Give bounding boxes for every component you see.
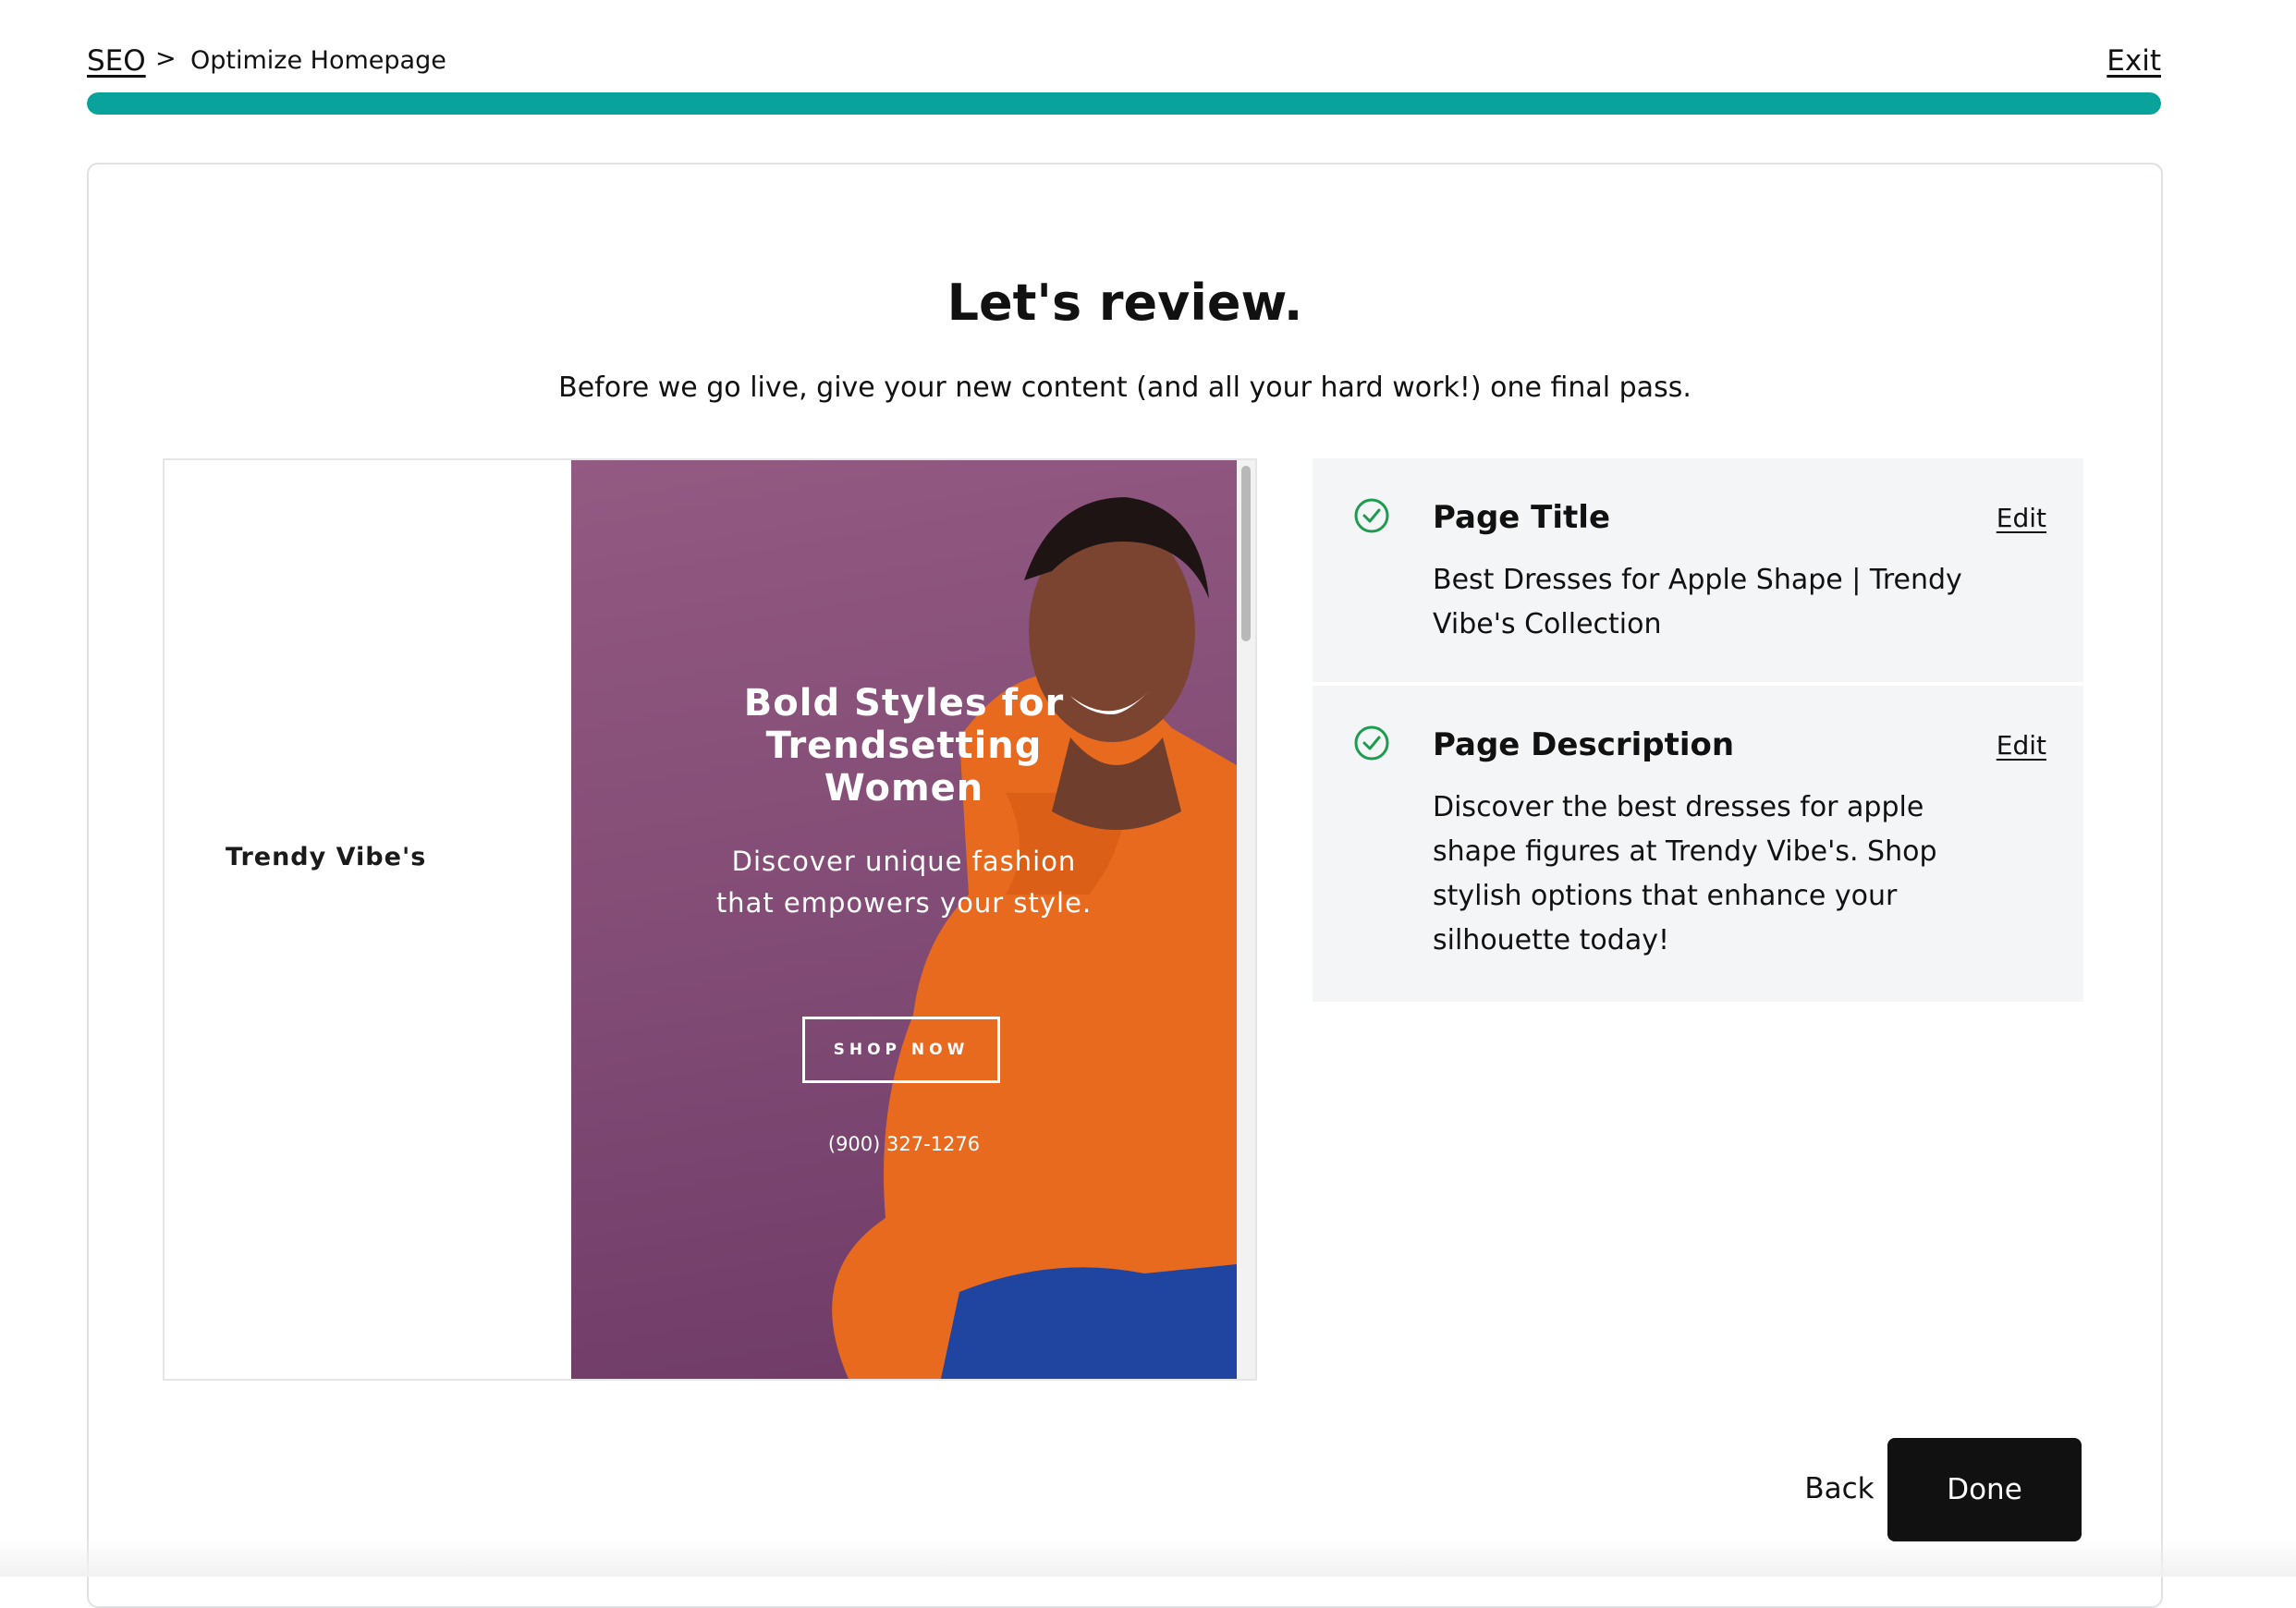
- homepage-preview[interactable]: Trendy Vibe's Bold Styles for Trendsetti…: [163, 458, 1257, 1381]
- preview-hero: Bold Styles for Trendsetting Women Disco…: [571, 460, 1237, 1379]
- hero-phone: (900) 327-1276: [827, 1133, 981, 1155]
- page-description-label: Page Description: [1433, 726, 1735, 763]
- hero-heading: Bold Styles for Trendsetting Women: [743, 682, 1065, 810]
- exit-link[interactable]: Exit: [2107, 44, 2161, 78]
- page-title-value: Best Dresses for Apple Shape | Trendy Vi…: [1433, 564, 1962, 640]
- top-bar: SEO > Optimize Homepage Exit: [87, 44, 2161, 81]
- preview-brand-name: Trendy Vibe's: [226, 843, 427, 871]
- done-button[interactable]: Done: [1887, 1438, 2082, 1541]
- page-title-label: Page Title: [1433, 499, 1610, 536]
- breadcrumb-current: Optimize Homepage: [190, 46, 446, 75]
- preview-scroll-thumb[interactable]: [1241, 466, 1251, 641]
- review-panel: Page Title Edit Best Dresses for Apple S…: [1313, 458, 2083, 1005]
- edit-page-description-link[interactable]: Edit: [1997, 730, 2046, 761]
- progress-bar-fill: [87, 92, 2161, 115]
- review-card: Let's review. Before we go live, give yo…: [87, 163, 2163, 1608]
- bottom-fade: [0, 1540, 2296, 1577]
- progress-bar: [87, 92, 2161, 115]
- review-item-page-description: Page Description Edit Discover the best …: [1313, 686, 2083, 1002]
- check-circle-icon: [1354, 498, 1389, 533]
- review-item-page-title: Page Title Edit Best Dresses for Apple S…: [1313, 458, 2083, 682]
- hero-text: Discover unique fashion that empowers yo…: [715, 846, 1093, 919]
- page-description-value: Discover the best dresses for apple shap…: [1433, 791, 1937, 956]
- preview-scrollbar[interactable]: [1237, 460, 1255, 1379]
- shop-now-button[interactable]: SHOP NOW: [802, 1017, 1000, 1083]
- check-circle-icon: [1354, 725, 1389, 761]
- edit-page-title-link[interactable]: Edit: [1997, 503, 2046, 533]
- page-title: Let's review.: [946, 274, 1303, 332]
- breadcrumb-separator: >: [155, 44, 177, 73]
- page-subtitle: Before we go live, give your new content…: [558, 372, 1691, 404]
- preview-sidebar: Trendy Vibe's: [165, 460, 571, 1379]
- breadcrumb-seo-link[interactable]: SEO: [87, 44, 146, 78]
